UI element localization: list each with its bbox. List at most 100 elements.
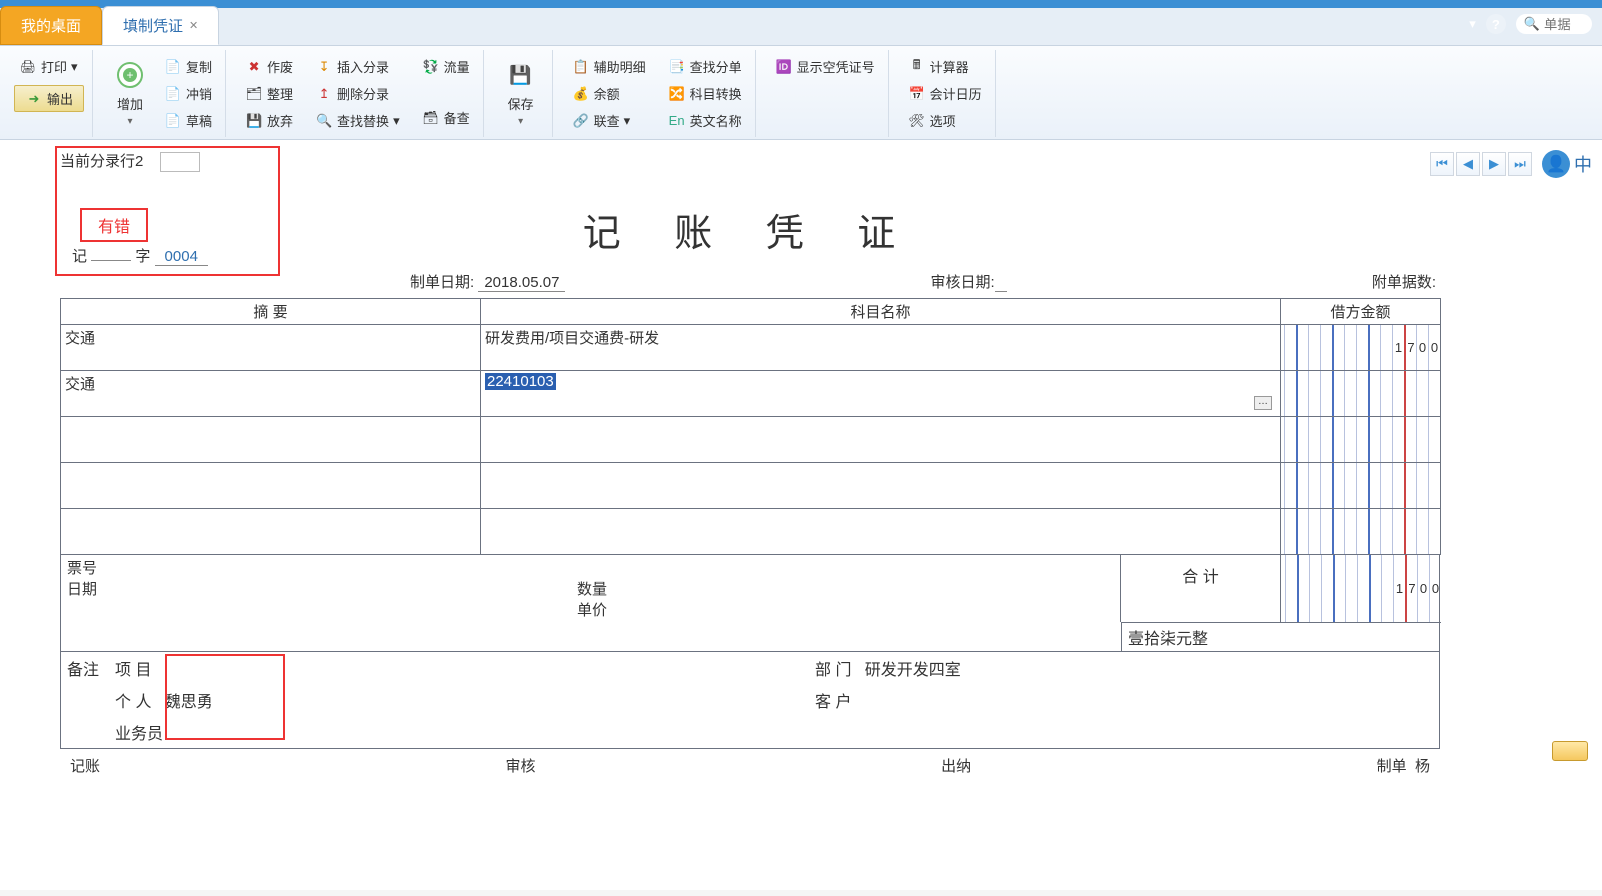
page-toggle[interactable] bbox=[1552, 741, 1588, 764]
tab-close-icon[interactable]: ✕ bbox=[189, 19, 198, 32]
nav-prev-icon[interactable]: ◀ bbox=[1456, 152, 1480, 176]
account-cell[interactable]: 22410103 … bbox=[481, 370, 1281, 416]
discard-button[interactable]: 💾放弃 bbox=[240, 108, 298, 133]
window-titlebar bbox=[0, 0, 1602, 8]
signature-row: 记账 审核 出纳 制单 杨 bbox=[60, 749, 1440, 776]
printer-icon: 🖨 bbox=[19, 58, 37, 76]
lookup-button[interactable]: … bbox=[1254, 396, 1272, 410]
voucher-number-value[interactable]: 0004 bbox=[155, 248, 208, 266]
convert-icon: 🔀 bbox=[668, 85, 686, 103]
table-row[interactable] bbox=[61, 508, 1441, 554]
delete-entry-button[interactable]: ↥删除分录 bbox=[310, 81, 394, 106]
make-date-value[interactable]: 2018.05.07 bbox=[478, 274, 565, 292]
eng-name-button[interactable]: En英文名称 bbox=[663, 108, 747, 133]
table-row[interactable] bbox=[61, 416, 1441, 462]
table-row[interactable] bbox=[61, 462, 1441, 508]
summary-cell[interactable]: 交通 bbox=[61, 370, 481, 416]
calculator-button[interactable]: 🖩计算器 bbox=[903, 54, 974, 79]
export-button[interactable]: ➜ 输出 bbox=[14, 85, 84, 112]
calendar-icon: 📅 bbox=[908, 85, 926, 103]
options-button[interactable]: 🛠选项 bbox=[903, 108, 961, 133]
voucher-area: ⏮ ◀ ▶ ⏭ 👤 中 当前分录行2 有错 记 字 0004 记 账 凭 证 制… bbox=[0, 140, 1602, 890]
draft-button[interactable]: 📄草稿 bbox=[159, 108, 217, 133]
tab-voucher[interactable]: 填制凭证 ✕ bbox=[102, 6, 219, 45]
insert-icon: ↧ bbox=[315, 58, 333, 76]
ribbon-group-output: 🖨 打印 ▾ ➜ 输出 bbox=[6, 50, 93, 137]
voucher-number: 记 字 0004 bbox=[72, 245, 208, 266]
ribbon-group-tools: 🖩计算器 📅会计日历 🛠选项 bbox=[895, 50, 996, 137]
debit-cell[interactable]: 1700 bbox=[1281, 324, 1441, 370]
debit-cell[interactable] bbox=[1281, 416, 1441, 462]
copy-button[interactable]: 📄复制 bbox=[159, 54, 217, 79]
account-cell[interactable] bbox=[481, 462, 1281, 508]
account-cell[interactable] bbox=[481, 508, 1281, 554]
col-summary: 摘 要 bbox=[61, 298, 481, 324]
dropdown-icon: ▾ bbox=[71, 59, 78, 75]
summary-cell[interactable] bbox=[61, 462, 481, 508]
backup-icon: 🗃 bbox=[422, 109, 440, 127]
save-button[interactable]: 💾 保存 ▾ bbox=[498, 54, 544, 132]
save-icon: 💾 bbox=[505, 59, 537, 91]
account-cell[interactable]: 研发费用/项目交通费-研发 bbox=[481, 324, 1281, 370]
tab-home[interactable]: 我的桌面 bbox=[0, 6, 102, 45]
user-avatar-icon[interactable]: 👤 bbox=[1542, 150, 1570, 178]
nav-last-icon[interactable]: ⏭ bbox=[1508, 152, 1532, 176]
annotation-box-2 bbox=[165, 654, 285, 740]
tidy-icon: 🗂 bbox=[245, 85, 263, 103]
related-button[interactable]: 🔗联查▾ bbox=[567, 108, 636, 133]
customer-label: 客 户 bbox=[815, 694, 851, 711]
audit-date-value[interactable] bbox=[995, 274, 1007, 292]
balance-button[interactable]: 💰余额 bbox=[567, 81, 625, 106]
copy-icon: 📄 bbox=[164, 58, 182, 76]
ribbon-group-showempty: 🆔 显示空凭证号 bbox=[762, 50, 889, 137]
void-button[interactable]: ✖作废 bbox=[240, 54, 298, 79]
col-account: 科目名称 bbox=[481, 298, 1281, 324]
date-label: 日期 bbox=[67, 578, 107, 599]
find-split-button[interactable]: 📑查找分单 bbox=[663, 54, 747, 79]
debit-cell[interactable] bbox=[1281, 370, 1441, 416]
audit-date: 审核日期: bbox=[931, 271, 1007, 292]
debit-cell[interactable] bbox=[1281, 508, 1441, 554]
nav-next-icon[interactable]: ▶ bbox=[1482, 152, 1506, 176]
discard-icon: 💾 bbox=[245, 112, 263, 130]
table-row[interactable]: 交通研发费用/项目交通费-研发1700 bbox=[61, 324, 1441, 370]
insert-entry-button[interactable]: ↧插入分录 bbox=[310, 54, 394, 79]
calendar-button[interactable]: 📅会计日历 bbox=[903, 81, 987, 106]
dropdown-icon: ▾ bbox=[393, 113, 400, 129]
backup-button[interactable]: 🗃备查 bbox=[417, 105, 475, 130]
tab-dropdown-icon[interactable]: ▾ bbox=[1469, 16, 1476, 32]
print-button[interactable]: 🖨 打印 ▾ bbox=[14, 54, 83, 79]
flow-button[interactable]: 💱流量 bbox=[417, 54, 475, 79]
lang-tag[interactable]: 中 bbox=[1574, 151, 1592, 177]
acct-convert-button[interactable]: 🔀科目转换 bbox=[663, 81, 747, 106]
summary-cell[interactable] bbox=[61, 508, 481, 554]
remarks-area: 备注 项 目 部 门 研发开发四室 个 人 魏思勇 客 户 业务员 bbox=[60, 652, 1440, 749]
global-search[interactable]: 🔍 bbox=[1516, 14, 1592, 34]
findrepl-button[interactable]: 🔍查找替换▾ bbox=[310, 108, 405, 133]
account-code[interactable]: 22410103 bbox=[485, 373, 556, 390]
ribbon-group-add: + 增加 ▾ 📄复制 📄冲销 📄草稿 bbox=[99, 50, 226, 137]
search-input[interactable] bbox=[1544, 17, 1584, 32]
aux-detail-button[interactable]: 📋辅助明细 bbox=[567, 54, 651, 79]
export-label: 输出 bbox=[47, 89, 73, 108]
total-label: 合 计 bbox=[1121, 555, 1281, 622]
tidy-button[interactable]: 🗂整理 bbox=[240, 81, 298, 106]
add-button[interactable]: + 增加 ▾ bbox=[107, 54, 153, 132]
help-icon[interactable]: ? bbox=[1486, 14, 1506, 34]
person-label: 个 人 bbox=[115, 694, 151, 711]
tab-voucher-label: 填制凭证 bbox=[123, 15, 183, 36]
sign-maker: 制单 杨 bbox=[1377, 755, 1430, 776]
summary-cell[interactable]: 交通 bbox=[61, 324, 481, 370]
split-icon: 📑 bbox=[668, 58, 686, 76]
footer-left: 票号 日期 数量 单价 bbox=[61, 555, 1121, 622]
summary-cell[interactable] bbox=[61, 416, 481, 462]
debit-cell[interactable] bbox=[1281, 462, 1441, 508]
options-icon: 🛠 bbox=[908, 112, 926, 130]
reverse-button[interactable]: 📄冲销 bbox=[159, 81, 217, 106]
table-row[interactable]: 交通22410103 … bbox=[61, 370, 1441, 416]
project-label: 项 目 bbox=[115, 662, 151, 679]
link-icon: 🔗 bbox=[572, 112, 590, 130]
account-cell[interactable] bbox=[481, 416, 1281, 462]
cn-amount: 壹拾柒元整 bbox=[1121, 622, 1441, 651]
show-empty-button[interactable]: 🆔 显示空凭证号 bbox=[770, 54, 880, 79]
